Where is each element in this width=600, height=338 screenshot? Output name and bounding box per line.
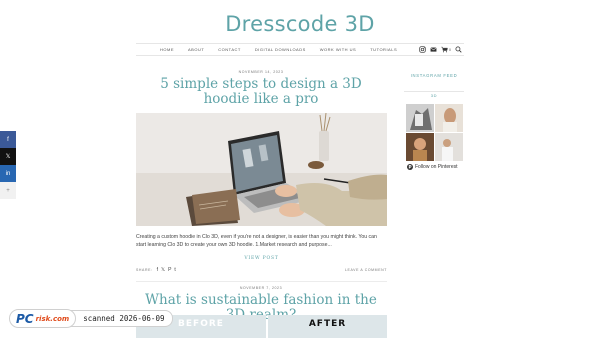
instagram-tile[interactable] (435, 133, 463, 161)
instagram-sub-title: 3D (430, 93, 438, 98)
follow-on-pinterest-link[interactable]: P Follow on Pinterest (407, 164, 458, 170)
laptop-desk-photo (136, 113, 387, 226)
post-divider (136, 281, 387, 282)
follow-label: Follow on Pinterest (415, 164, 458, 170)
more-share-button[interactable]: + (0, 182, 16, 199)
leave-comment-link[interactable]: LEAVE A COMMENT (345, 268, 387, 272)
nav-item-work-with-us[interactable]: WORK WITH US (320, 47, 356, 52)
post-title[interactable]: 5 simple steps to design a 3D hoodie lik… (136, 77, 386, 107)
post-excerpt: Creating a custom hoodie in Clo 3D, even… (136, 234, 377, 248)
facebook-share-icon[interactable]: f (157, 267, 158, 273)
pinterest-icon: P (407, 164, 413, 170)
post-featured-image[interactable] (136, 113, 387, 226)
pcrisk-logo: PC risk.com (9, 309, 77, 328)
scanned-date: scanned 2026-06-09 (68, 310, 174, 327)
x-share-button[interactable]: 𝕏 (0, 148, 16, 165)
nav-item-contact[interactable]: CONTACT (218, 47, 241, 52)
post-date: NOVEMBER 14, 2023 (238, 70, 284, 74)
nav-item-digital-downloads[interactable]: DIGITAL DOWNLOADS (255, 47, 306, 52)
main-nav: HOME ABOUT CONTACT DIGITAL DOWNLOADS WOR… (136, 43, 464, 56)
instagram-feed-title: INSTAGRAM FEED (410, 73, 458, 78)
instagram-tile[interactable] (406, 133, 434, 161)
facebook-share-button[interactable]: f (0, 131, 16, 148)
instagram-tile[interactable] (406, 104, 434, 132)
share-row: SHARE: f 𝕏 P t LEAVE A COMMENT (136, 266, 387, 274)
linkedin-icon: in (5, 170, 11, 177)
pcrisk-watermark: PC risk.com scanned 2026-06-09 (9, 309, 174, 328)
x-icon: 𝕏 (5, 154, 11, 160)
sidebar-divider (404, 91, 464, 92)
nav-item-about[interactable]: ABOUT (188, 47, 204, 52)
instagram-tile[interactable] (435, 104, 463, 132)
post-date: NOVEMBER 7, 2023 (239, 286, 283, 290)
cart-icon[interactable] (441, 46, 448, 53)
email-icon[interactable] (430, 46, 437, 53)
nav-item-tutorials[interactable]: TUTORIALS (370, 47, 397, 52)
after-label: AFTER (308, 319, 347, 329)
site-title[interactable]: Dresscode 3D (0, 12, 600, 36)
svg-text:P: P (408, 165, 411, 170)
view-post-link[interactable]: VIEW POST (136, 256, 387, 261)
share-label: SHARE: (136, 268, 153, 272)
facebook-icon: f (7, 136, 9, 143)
pinterest-share-icon[interactable]: P (168, 267, 171, 273)
pcrisk-logo-pc: PC (16, 311, 34, 326)
plus-icon: + (6, 187, 10, 194)
tumblr-share-icon[interactable]: t (174, 267, 175, 273)
after-image[interactable]: AFTER (268, 315, 387, 338)
linkedin-share-button[interactable]: in (0, 165, 16, 182)
cart-count: 0 (449, 47, 451, 52)
instagram-icon[interactable] (419, 46, 426, 53)
search-icon[interactable] (455, 46, 462, 53)
x-share-icon[interactable]: 𝕏 (161, 267, 165, 273)
nav-item-home[interactable]: HOME (160, 47, 174, 52)
pcrisk-logo-risk: risk.com (35, 314, 70, 323)
